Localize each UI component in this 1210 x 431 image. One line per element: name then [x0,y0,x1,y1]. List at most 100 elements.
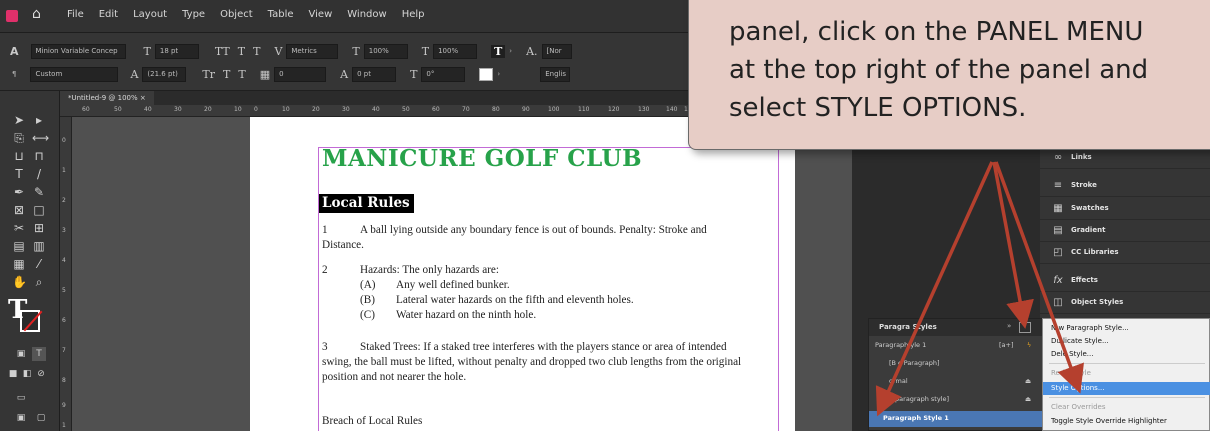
paragraph-mode-icon[interactable]: ¶ [12,70,16,78]
panel-swatches[interactable]: ▦ Swatches [1040,198,1210,220]
content-collector-icon[interactable]: ⊔ [12,149,26,163]
paragraph-style-field[interactable]: Custom [30,66,119,82]
rule2-intro[interactable]: Hazards: The only hazards are: [360,264,499,276]
rule1-text-line2[interactable]: Distance. [322,239,364,251]
menu-duplicate-style[interactable]: Du licate Style... [1043,335,1210,348]
rule1-text-line1[interactable]: A ball lying outside any boundary fence … [360,224,707,236]
document-heading[interactable]: MANICURE GOLF CLUB [322,145,642,172]
hazard-text[interactable]: Any well defined bunker. [396,279,510,291]
menu-window[interactable]: Window [347,9,386,20]
apply-color-icon[interactable]: ■ [6,367,20,381]
eyedropper-tool-icon[interactable]: ⁄ [32,257,46,271]
rule3-text-line3[interactable]: position and not nearer the hole. [322,371,466,383]
superscript-icon[interactable]: T [238,45,245,58]
stroke-arrow-icon[interactable]: › [497,70,500,78]
document-page[interactable]: MANICURE GOLF CLUB Local Rules 1 A ball … [250,117,795,431]
fill-text-tool-icon[interactable]: T [8,296,27,324]
menu-toggle-override-highlighter[interactable]: Toggle Style Override Highlighter [1043,415,1210,428]
menu-delete-style[interactable]: Dele Style... [1043,348,1210,361]
gradient-swatch-tool-icon[interactable]: ▤ [12,239,26,253]
document-subheading[interactable]: Local Rules [319,194,414,213]
vertical-ruler[interactable]: 0 1 2 3 4 5 6 7 8 9 1 [60,117,72,431]
style-row-selected[interactable]: Paragraph Style 1 [869,411,1044,427]
menu-table[interactable]: Table [268,9,294,20]
collapse-icon[interactable]: » [1007,322,1011,330]
underline-icon[interactable]: T [253,45,260,58]
app-logo-icon[interactable] [6,10,18,22]
panel-links[interactable]: ∞ Links [1040,147,1210,169]
panel-stroke[interactable]: ≡ Stroke [1040,175,1210,197]
fill-stroke-swatch[interactable]: T [6,296,42,334]
all-caps-icon[interactable]: TT [215,45,230,58]
line-tool-icon[interactable]: / [32,167,46,181]
fill-arrow-icon[interactable]: › [509,47,512,55]
menu-view[interactable]: View [309,9,333,20]
lightning-icon[interactable]: ϟ [1027,341,1031,349]
apply-gradient-icon[interactable]: ◧ [20,367,34,381]
subscript-icon[interactable]: T [223,68,230,81]
style-row[interactable]: ormal ⏏ [869,375,1044,389]
hazard-text[interactable]: Water hazard on the ninth hole. [396,309,536,321]
strikethrough-icon[interactable]: T [238,68,245,81]
character-style-field[interactable]: [Nor [541,43,572,59]
pen-tool-icon[interactable]: ✒ [12,185,26,199]
menu-new-paragraph-style[interactable]: N w Paragraph Style... [1043,322,1210,335]
menu-edit[interactable]: Edit [99,9,118,20]
panel-cc-libraries[interactable]: ◰ CC Libraries [1040,242,1210,264]
formatting-text-icon[interactable]: T [32,347,46,361]
paragraph-styles-title[interactable]: Paragra Styles [879,323,937,331]
menu-help[interactable]: Help [402,9,425,20]
leading-field[interactable]: (21.6 pt) [142,66,187,82]
style-row[interactable]: o paragraph style] ⏏ [869,393,1044,407]
menu-style-options[interactable]: Style Options... [1043,382,1210,395]
gradient-feather-tool-icon[interactable]: ▥ [32,239,46,253]
selection-tool-icon[interactable]: ➤ [12,113,26,127]
panel-menu-button[interactable] [1019,322,1031,333]
screen-mode-preview-icon[interactable]: ▣ [14,411,28,425]
scissors-tool-icon[interactable]: ✂ [12,221,26,235]
rectangle-frame-tool-icon[interactable]: ⊠ [12,203,26,217]
language-field[interactable]: Englis [540,66,571,82]
fill-text-icon[interactable]: T [491,44,506,58]
character-mode-icon[interactable]: A [10,45,19,58]
horizontal-scale-field[interactable]: 100% [433,43,478,59]
panel-object-styles[interactable]: ◫ Object Styles [1040,292,1210,314]
menu-type[interactable]: Type [182,9,205,20]
stroke-swatch-icon[interactable] [479,67,494,81]
style-row[interactable]: [B c Paragraph] [869,357,1044,371]
panel-effects[interactable]: fx Effects [1040,270,1210,292]
skew-field[interactable]: 0° [421,66,466,82]
panel-gradient[interactable]: ▤ Gradient [1040,220,1210,242]
page-tool-icon[interactable]: ⎘ [12,131,26,145]
vertical-scale-field[interactable]: 100% [363,43,408,59]
document-tab[interactable]: *Untitled-9 @ 100% × [60,91,154,105]
zoom-tool-icon[interactable]: ⌕ [32,275,46,289]
note-tool-icon[interactable]: ▦ [12,257,26,271]
font-family-field[interactable]: Minion Variable Concep [30,43,126,59]
horizontal-ruler[interactable]: 60 50 40 30 20 10 0 10 20 30 40 50 60 70… [60,105,690,117]
create-style-from-selection-icon[interactable]: [a+] [999,341,1014,349]
hand-tool-icon[interactable]: ✋ [12,275,27,289]
direct-selection-tool-icon[interactable]: ▸ [32,113,46,127]
apply-none-icon[interactable]: ⊘ [34,367,48,381]
type-tool-icon[interactable]: T [12,167,26,181]
small-caps-icon[interactable]: Tr [202,68,215,81]
formatting-container-icon[interactable]: ▣ [14,347,28,361]
tracking-field[interactable]: 0 [274,66,327,82]
content-placer-icon[interactable]: ⊓ [32,149,46,163]
gap-tool-icon[interactable]: ⟷ [32,131,49,145]
screen-mode-bleed-icon[interactable]: ▢ [34,411,48,425]
rule3-text-line2[interactable]: swing, the ball must be lifted, without … [322,356,741,368]
breach-heading[interactable]: Breach of Local Rules [322,415,422,427]
rectangle-tool-icon[interactable]: □ [32,203,46,217]
free-transform-tool-icon[interactable]: ⊞ [32,221,46,235]
rule3-text-line1[interactable]: Staked Trees: If a staked tree interfere… [360,341,727,353]
pencil-tool-icon[interactable]: ✎ [32,185,46,199]
hazard-text[interactable]: Lateral water hazards on the fifth and e… [396,294,634,306]
kerning-field[interactable]: Metrics [286,43,339,59]
home-icon[interactable]: ⌂ [32,6,41,22]
baseline-shift-field[interactable]: 0 pt [352,66,397,82]
menu-object[interactable]: Object [220,9,253,20]
font-size-field[interactable]: 18 pt [154,43,199,59]
menu-file[interactable]: File [67,9,84,20]
